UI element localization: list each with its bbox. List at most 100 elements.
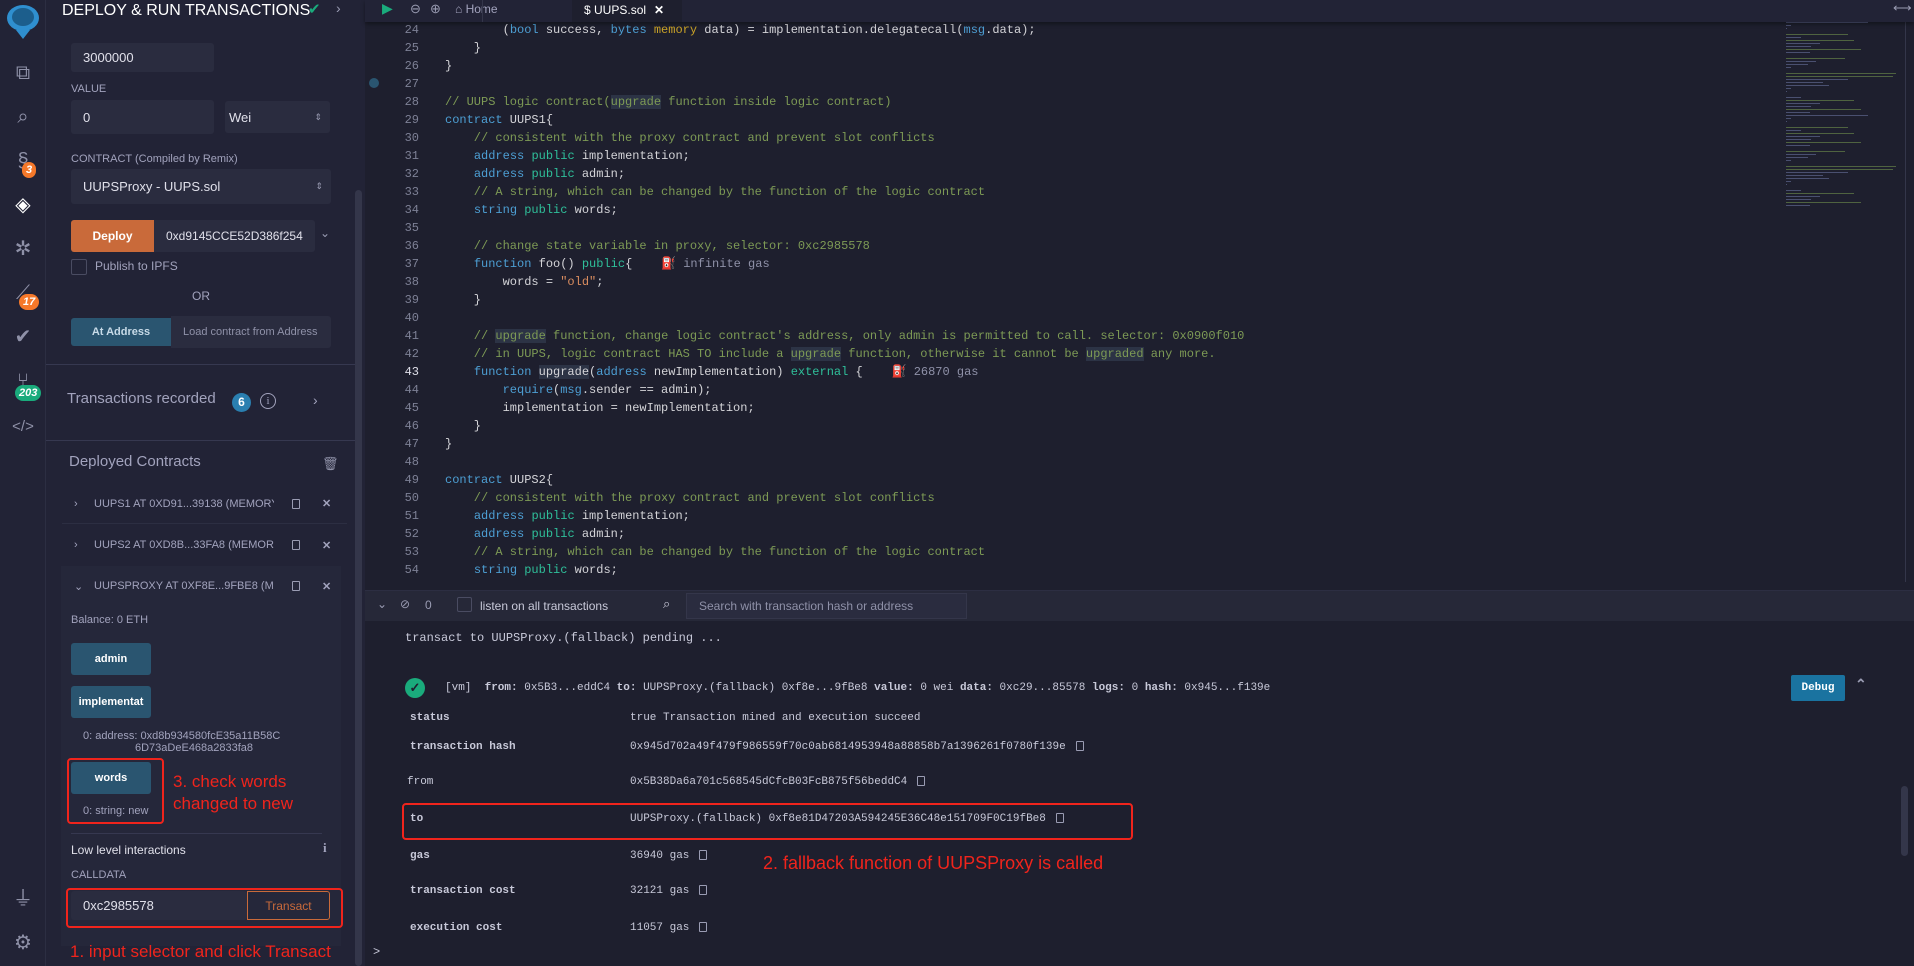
chevron-down-icon[interactable]: ⌄: [74, 580, 94, 593]
collapse-icon[interactable]: ⌄: [377, 597, 387, 611]
expand-icon[interactable]: ⟷: [1893, 0, 1912, 16]
close-tab-icon[interactable]: ✕: [654, 3, 664, 17]
admin-function-button[interactable]: admin: [71, 643, 151, 675]
summary-value: 0 wei: [913, 682, 960, 694]
calldata-label: CALLDATA: [71, 869, 127, 881]
close-icon[interactable]: ✕: [322, 497, 331, 510]
panel-scrollbar[interactable]: [355, 190, 362, 966]
minimap-line: [1786, 115, 1868, 116]
git-badge: 203: [15, 385, 42, 401]
code-token: }: [445, 41, 482, 55]
code-editor: ▶ ⊖ ⊕ ⌂ Home $ UUPS.sol ✕ ⟷ 24 (bool succ…: [365, 0, 1914, 590]
deploy-args-input[interactable]: 0xd9145CCE52D386f254: [154, 220, 315, 252]
debugger-icon[interactable]: ✲: [8, 234, 38, 264]
info-icon[interactable]: i: [260, 393, 276, 409]
plugin-manager-icon[interactable]: ⏚: [8, 884, 38, 914]
remix-logo-icon[interactable]: [2, 2, 44, 42]
copy-icon[interactable]: [699, 850, 708, 861]
chevron-down-icon[interactable]: ⌄: [320, 226, 330, 240]
zoom-out-icon[interactable]: ⊖: [410, 1, 421, 17]
close-icon[interactable]: ✕: [322, 580, 331, 593]
settings-gear-icon[interactable]: ⚙: [8, 928, 38, 958]
code-token: }: [445, 293, 482, 307]
code-token: implementation;: [574, 149, 690, 163]
copy-icon[interactable]: [699, 885, 708, 896]
zoom-in-icon[interactable]: ⊕: [430, 1, 441, 17]
transaction-summary[interactable]: [vm] from: 0x5B3...eddC4 to: UUPSProxy.(…: [445, 682, 1270, 694]
copy-icon[interactable]: [292, 581, 300, 591]
debug-button[interactable]: Debug: [1791, 675, 1845, 701]
at-address-button[interactable]: At Address: [71, 318, 171, 346]
chevron-right-icon[interactable]: ›: [74, 539, 94, 551]
listen-checkbox[interactable]: [457, 597, 472, 612]
code-token: admin;: [574, 167, 626, 181]
trash-icon[interactable]: 🗑: [322, 456, 339, 472]
minimap-line: [1786, 118, 1791, 119]
contract-label: CONTRACT (Compiled by Remix): [71, 153, 238, 165]
code-line: 31 address public implementation;: [365, 147, 1765, 165]
code-token: }: [445, 437, 453, 451]
editor-scrollbar[interactable]: [1905, 22, 1906, 582]
copy-icon[interactable]: [917, 776, 926, 787]
minimap-line: [1786, 97, 1801, 98]
copy-icon[interactable]: [1075, 741, 1084, 752]
line-number: 31: [404, 149, 419, 163]
code-text: address public implementation;: [445, 507, 690, 525]
close-icon[interactable]: ✕: [322, 539, 331, 552]
file-explorer-icon[interactable]: ⧉: [8, 58, 38, 88]
gas-pump-icon: ⛽: [891, 365, 914, 379]
publish-ipfs-checkbox[interactable]: [71, 259, 87, 275]
copy-icon[interactable]: [292, 498, 300, 509]
code-token: external: [790, 365, 849, 379]
unit-test-icon[interactable]: ✔: [8, 322, 38, 352]
minimap-line: [1786, 61, 1816, 62]
tx-field-value: 32121 gas: [630, 885, 708, 897]
chevron-up-icon[interactable]: ⌃: [1855, 676, 1867, 693]
minimap[interactable]: [1782, 22, 1902, 582]
deploy-button[interactable]: Deploy: [71, 220, 154, 252]
run-play-icon[interactable]: ▶: [382, 0, 393, 17]
deployed-contract-item[interactable]: ⌄ UUPSPROXY AT 0XF8E...9FBE8 (MEMORY) ✕: [62, 566, 347, 606]
tab-uups-sol[interactable]: $ UUPS.sol ✕: [572, 0, 682, 22]
code-area[interactable]: 24 (bool success, bytes memory data) = i…: [365, 21, 1765, 581]
contract-select[interactable]: UUPSProxy - UUPS.sol ⇕: [71, 169, 331, 204]
gas-limit-input[interactable]: 3000000: [71, 43, 214, 72]
deployed-contract-item[interactable]: › UUPS2 AT 0XD8B...33FA8 (MEMORY) ✕: [62, 525, 347, 565]
load-address-input[interactable]: Load contract from Address: [171, 316, 331, 348]
code-token: string: [473, 563, 518, 577]
tab-home[interactable]: ⌂ Home: [455, 2, 498, 16]
tx-field-value: 36940 gas: [630, 850, 708, 862]
transaction-search-input[interactable]: Search with transaction hash or address: [686, 593, 967, 619]
minimap-line: [1786, 121, 1787, 122]
code-text: // A string, which can be changed by the…: [445, 543, 985, 561]
chevron-right-icon[interactable]: ›: [74, 498, 94, 510]
pending-count: 0: [425, 598, 432, 612]
plugin-code-icon[interactable]: </>: [8, 412, 38, 442]
line-number: 54: [404, 563, 419, 577]
chevron-right-icon[interactable]: ›: [336, 0, 341, 16]
tx-field-value: 11057 gas: [630, 922, 708, 934]
minimap-line: [1786, 67, 1791, 68]
terminal-scrollbar[interactable]: [1901, 786, 1908, 856]
tx-field-label: gas: [410, 850, 430, 862]
copy-icon[interactable]: [292, 540, 300, 550]
code-token: any more.: [1143, 347, 1216, 361]
contract-name: UUPSPROXY AT 0XF8E...9FBE8 (MEMORY): [94, 580, 274, 592]
minimap-line: [1786, 184, 1787, 185]
search-icon[interactable]: ⌕: [8, 102, 38, 132]
success-check-icon: ✓: [405, 678, 425, 698]
value-input[interactable]: 0: [71, 100, 214, 134]
chevron-right-icon[interactable]: ›: [313, 392, 318, 408]
copy-icon[interactable]: [699, 922, 708, 933]
info-icon[interactable]: i: [323, 840, 327, 856]
transactions-recorded-label[interactable]: Transactions recorded: [67, 390, 216, 407]
unit-select[interactable]: Wei ⇕: [225, 101, 330, 133]
implementation-function-button[interactable]: implementat: [71, 686, 151, 718]
deployed-contract-item[interactable]: › UUPS1 AT 0XD91...39138 (MEMORY) ✕: [62, 484, 347, 524]
publish-ipfs-label: Publish to IPFS: [95, 259, 178, 273]
clear-icon[interactable]: ⊘: [400, 597, 410, 611]
deploy-run-icon[interactable]: ◈: [8, 190, 38, 220]
terminal-prompt[interactable]: >: [373, 945, 380, 959]
